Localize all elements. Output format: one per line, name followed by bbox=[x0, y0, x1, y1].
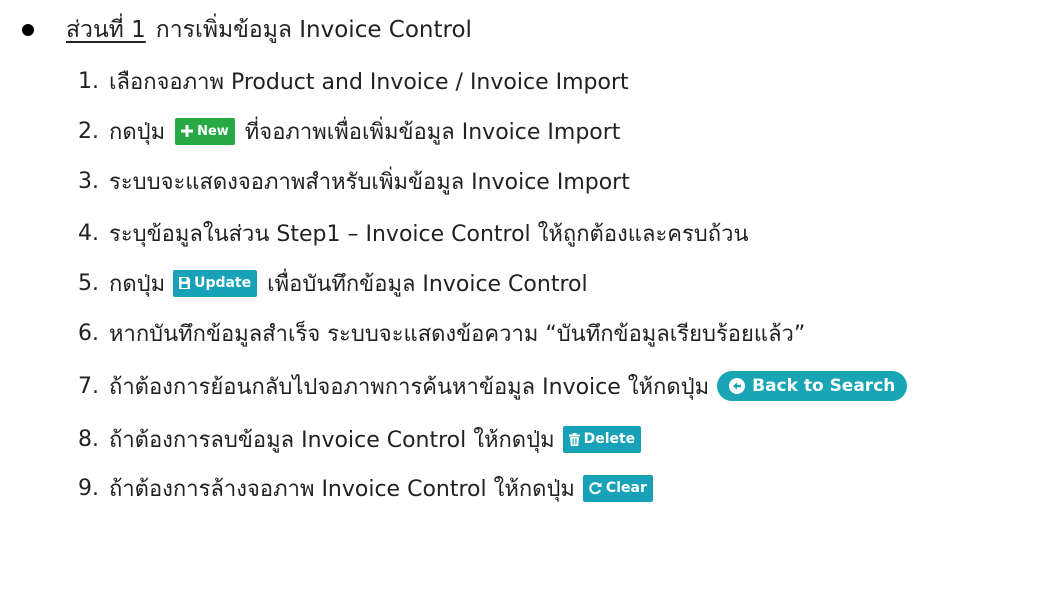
new-button-label: New bbox=[197, 123, 229, 139]
step-text: กดปุ่ม bbox=[109, 271, 166, 297]
step-text: ถ้าต้องการล้างจอภาพ Invoice Control ให้ก… bbox=[109, 476, 575, 502]
step-text-after: ที่จอภาพเพื่อเพิ่มข้อมูล Invoice Import bbox=[244, 119, 621, 145]
step-text: ถ้าต้องการย้อนกลับไปจอภาพการค้นหาข้อมูล … bbox=[109, 374, 710, 400]
plus-icon bbox=[181, 125, 194, 137]
step-4: 4. ระบุข้อมูลในส่วน Step1 – Invoice Cont… bbox=[78, 211, 748, 255]
clear-button-label: Clear bbox=[605, 480, 647, 496]
bullet-icon bbox=[22, 24, 34, 36]
step-number: 5. bbox=[78, 270, 99, 296]
step-number: 9. bbox=[78, 475, 99, 501]
step-2: 2. กดปุ่ม New ที่จอภาพเพื่อเพิ่มข้อมูล I… bbox=[78, 109, 620, 153]
step-number: 1. bbox=[78, 68, 99, 94]
delete-button[interactable]: Delete bbox=[562, 425, 642, 453]
update-button[interactable]: Update bbox=[173, 269, 258, 297]
step-7: 7. ถ้าต้องการย้อนกลับไปจอภาพการค้นหาข้อม… bbox=[78, 364, 908, 408]
step-text: ระบุข้อมูลในส่วน Step1 – Invoice Control… bbox=[109, 221, 749, 247]
step-1: 1. เลือกจอภาพ Product and Invoice / Invo… bbox=[78, 59, 629, 103]
step-5: 5. กดปุ่ม Update เพื่อบันทึกข้อมูล Invoi… bbox=[78, 261, 588, 305]
section-label: ส่วนที่ 1 bbox=[66, 17, 146, 43]
delete-button-label: Delete bbox=[583, 431, 636, 447]
step-number: 8. bbox=[78, 426, 99, 452]
refresh-icon bbox=[589, 481, 602, 495]
step-6: 6. หากบันทึกข้อมูลสำเร็จ ระบบจะแสดงข้อคว… bbox=[78, 311, 805, 355]
back-to-search-label: Back to Search bbox=[752, 376, 896, 396]
section-title: การเพิ่มข้อมูล Invoice Control bbox=[155, 17, 472, 43]
step-text-after: เพื่อบันทึกข้อมูล Invoice Control bbox=[267, 271, 588, 297]
new-button[interactable]: New bbox=[175, 117, 235, 145]
step-text: ถ้าต้องการลบข้อมูล Invoice Control ให้กด… bbox=[109, 427, 555, 453]
section-heading: ส่วนที่ 1 การเพิ่มข้อมูล Invoice Control bbox=[22, 10, 472, 50]
step-number: 2. bbox=[78, 118, 99, 144]
step-number: 7. bbox=[78, 373, 99, 399]
step-text: ระบบจะแสดงจอภาพสำหรับเพิ่มข้อมูล Invoice… bbox=[109, 169, 630, 195]
trash-icon bbox=[568, 432, 580, 446]
step-9: 9. ถ้าต้องการล้างจอภาพ Invoice Control ใ… bbox=[78, 466, 653, 510]
step-number: 3. bbox=[78, 168, 99, 194]
update-button-label: Update bbox=[194, 275, 252, 291]
clear-button[interactable]: Clear bbox=[582, 474, 653, 502]
step-number: 6. bbox=[78, 320, 99, 346]
step-text: กดปุ่ม bbox=[109, 119, 166, 145]
step-text: หากบันทึกข้อมูลสำเร็จ ระบบจะแสดงข้อความ … bbox=[109, 321, 806, 347]
back-to-search-button[interactable]: Back to Search bbox=[717, 371, 908, 401]
step-8: 8. ถ้าต้องการลบข้อมูล Invoice Control ให… bbox=[78, 417, 642, 461]
instruction-page: ส่วนที่ 1 การเพิ่มข้อมูล Invoice Control… bbox=[0, 0, 1058, 607]
step-text: เลือกจอภาพ Product and Invoice / Invoice… bbox=[109, 69, 629, 95]
step-number: 4. bbox=[78, 220, 99, 246]
step-3: 3. ระบบจะแสดงจอภาพสำหรับเพิ่มข้อมูล Invo… bbox=[78, 159, 630, 203]
arrow-left-circle-icon bbox=[729, 378, 746, 394]
save-icon bbox=[179, 277, 191, 289]
